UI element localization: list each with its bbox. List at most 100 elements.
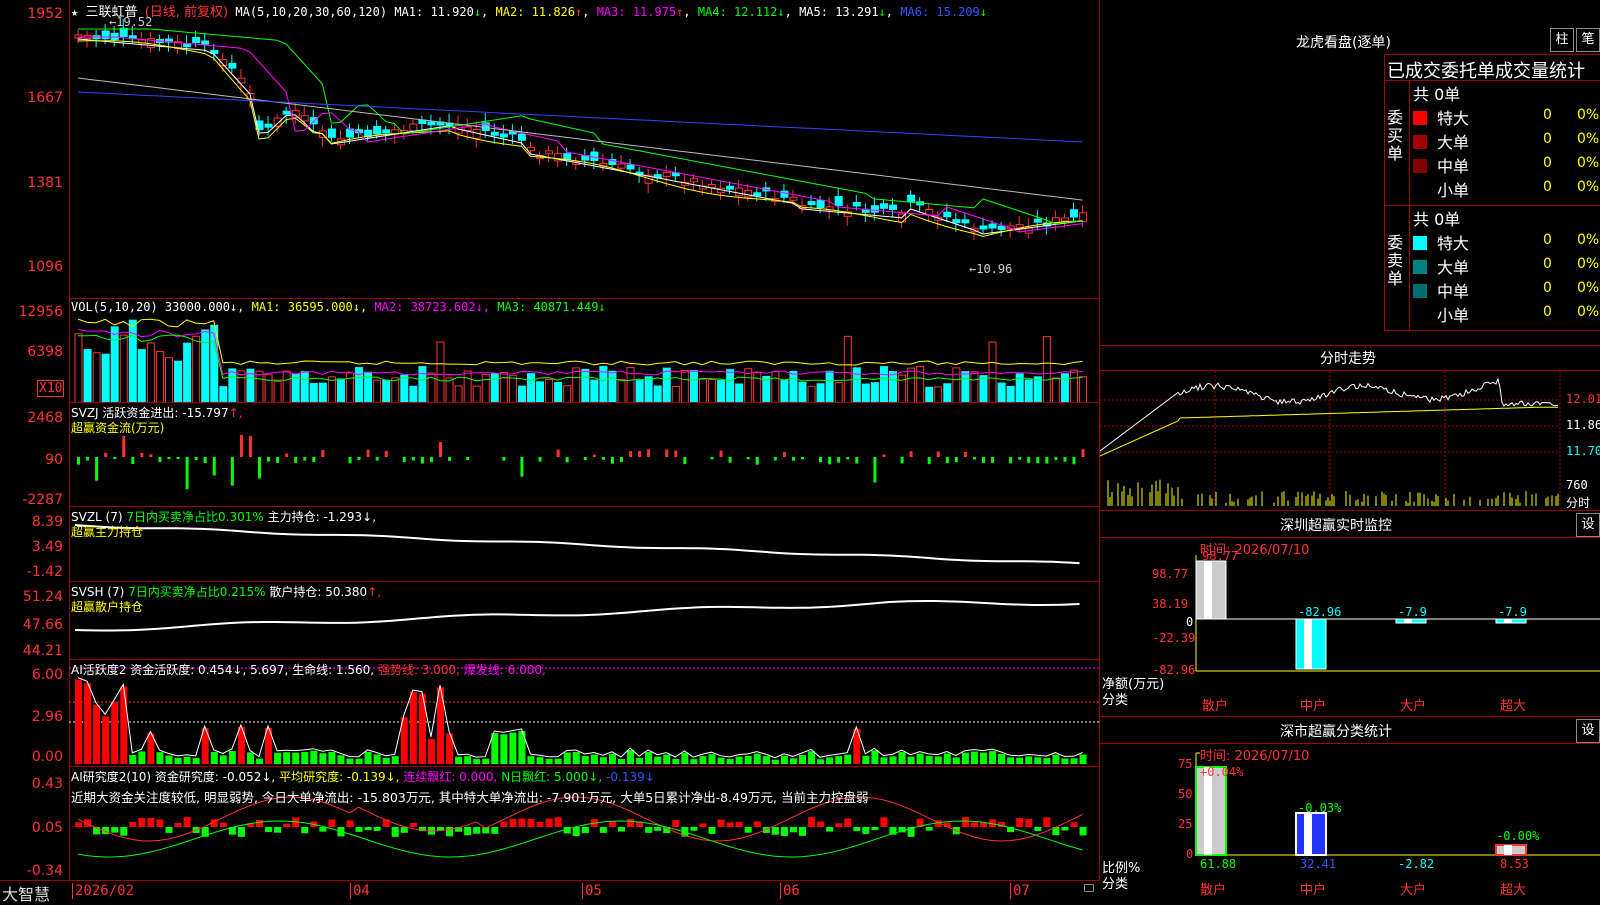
svzj-bar-up: [647, 449, 651, 457]
ai1-bar-green: [844, 754, 852, 764]
star-icon[interactable]: ★: [71, 5, 78, 19]
high-price-label: ←19.52: [109, 15, 153, 29]
volume-bar: [382, 379, 391, 403]
sz-y2: 38.19: [1152, 597, 1189, 611]
svzj-bar-down: [819, 457, 823, 463]
svzj-pane[interactable]: SVZJ 活跃资金进出: -15.797↑, 超赢资金流(万元): [69, 402, 1100, 507]
volume-bar: [282, 370, 291, 403]
ai1-bar-red: [427, 738, 435, 764]
kline-candle-down: [943, 211, 952, 218]
svzj-bar-down: [855, 457, 859, 464]
svzj-bar-down: [846, 457, 850, 460]
sz-y1: 98.77: [1152, 567, 1189, 581]
svzj-subtitle: 超赢资金流(万元): [71, 421, 165, 435]
ai2-last: -0.139↓: [606, 770, 655, 784]
ai-activity-pane[interactable]: AI活跃度2 资金活跃度: 0.454↓, 5.697, 生命线: 1.560,…: [69, 659, 1100, 767]
sz-val-0: 98.77: [1202, 549, 1239, 563]
ai2-header: AI研究度2(10) 资金研究度: -0.052↓, 平均研究度: -0.139…: [71, 768, 655, 785]
sell-name-1: 大单: [1437, 258, 1470, 277]
ma-line-4: [78, 28, 1083, 225]
svzj-bar-down: [773, 457, 777, 461]
vol-ma1: MA1: 36595.000↓,: [251, 300, 368, 314]
svzj-bar-up: [248, 436, 252, 457]
sell-pct-1: 0%: [1577, 256, 1600, 272]
class-stats-panel[interactable]: 深市超赢分类统计 设 时间: 2026/07/10 75 50 25 0 比例%…: [1100, 716, 1600, 901]
ai1-bar-green: [174, 757, 182, 764]
ai1-bar-red: [75, 679, 82, 764]
buy-val-2: 0: [1543, 155, 1552, 171]
svsh-pane[interactable]: SVSH (7) 7日内买卖净占比0.215% 散户持仓: 50.380↑, 超…: [69, 581, 1100, 660]
ai2-bar-green: [1079, 827, 1087, 836]
svzl-pane[interactable]: SVZL (7) 7日内买卖净占比0.301% 主力持仓: -1.293↓, 超…: [69, 506, 1100, 582]
pen-mode-button[interactable]: 笔: [1576, 28, 1600, 52]
kline-candle-down: [889, 204, 897, 210]
kline-candle-up: [744, 189, 753, 198]
ai1-bar-green: [817, 759, 825, 764]
ai1-bar-green: [898, 752, 906, 764]
ai2-bar-red: [219, 822, 227, 827]
volume-bar: [753, 372, 762, 403]
ai1-bar-green: [880, 757, 888, 764]
sz-monitor-panel[interactable]: 深圳超赢实时监控 设 时间: 2026/07/10 98.77 38.19 0 …: [1100, 510, 1600, 717]
ai2-bar-red: [1070, 822, 1078, 827]
volume-chart[interactable]: [69, 299, 1099, 403]
ai2-bar-green: [645, 827, 653, 833]
chart-area[interactable]: 1952 1667 1381 1096 12956 6398 X10 2468 …: [0, 0, 1100, 904]
volume-bar: [889, 371, 897, 403]
cls-bar-chart[interactable]: [1100, 717, 1600, 901]
ai1-bar-green: [464, 756, 472, 764]
kline-candle-down: [816, 199, 825, 209]
lock-icon[interactable]: [1084, 884, 1094, 892]
ai1-bar-green: [192, 757, 200, 764]
volume-bar: [545, 378, 554, 403]
kline-candle-down: [726, 185, 735, 190]
volume-bar: [843, 335, 852, 403]
volume-bar: [273, 380, 282, 403]
svzj-bar-down: [113, 457, 117, 460]
ma4-value: MA4: 12.112: [697, 5, 778, 19]
svzj-ytick-2: 90: [45, 452, 63, 468]
ai2-bar-green: [925, 827, 933, 831]
volume-bar: [472, 385, 481, 403]
volume-bar: [952, 367, 961, 403]
bar-mode-button[interactable]: 柱: [1550, 28, 1574, 52]
kline-candle-up: [708, 183, 716, 188]
intraday-chart[interactable]: [1100, 346, 1600, 511]
svzj-bar-up: [439, 442, 442, 457]
volume-bar: [662, 367, 671, 403]
ai2-bar-green: [744, 827, 752, 833]
kline-candle-down: [327, 128, 336, 138]
volume-pane[interactable]: VOL(5,10,20) 33000.000↓, MA1: 36595.000↓…: [69, 298, 1100, 403]
sz-bar-highlight-3: [1504, 619, 1512, 623]
sell-side-label: 委卖单: [1387, 233, 1404, 288]
ai1-bar-green: [310, 750, 318, 764]
volume-bar: [644, 376, 653, 403]
kline-chart[interactable]: [69, 0, 1099, 298]
ai1-bar-green: [364, 751, 372, 764]
ai1-bar-green: [627, 750, 635, 764]
volume-bar: [708, 379, 716, 403]
sz-bar-highlight-0: [1204, 561, 1212, 619]
cls-cat-0: 散户: [1200, 883, 1227, 898]
kline-candle-up: [789, 196, 798, 201]
ai1-bar-green: [889, 756, 897, 764]
svzj-bar-down: [900, 457, 904, 464]
buy-name-0: 特大: [1437, 109, 1470, 128]
svzj-bar-down: [86, 457, 90, 461]
ai1-bar-green: [382, 757, 390, 764]
ma1-value: MA1: 11.920: [394, 5, 474, 19]
kline-candle-down: [517, 133, 526, 141]
sz-bar-highlight-1: [1304, 619, 1312, 669]
ai-research-pane[interactable]: AI研究度2(10) 资金研究度: -0.052↓, 平均研究度: -0.139…: [69, 766, 1100, 881]
brand-logo[interactable]: 大智慧: [2, 881, 50, 905]
dragon-panel: 龙虎看盘(逐单) 柱 笔 已成交委托单成交量统计 委买单 共 0单 特大 0 0% …: [1100, 0, 1600, 345]
ai1-bar-green: [744, 755, 752, 764]
volume-bar: [671, 385, 680, 403]
volume-bar: [581, 368, 590, 403]
intraday-panel[interactable]: 分时走势 12.01 11.86 11.70 760 分时: [1100, 345, 1600, 511]
svzj-bar-down: [520, 457, 524, 477]
svzj-bar-up: [719, 450, 723, 457]
volume-bar: [527, 373, 535, 403]
main-kline-pane[interactable]: ★ 三联虹普 (日线, 前复权) MA(5,10,20,30,60,120) M…: [69, 0, 1100, 298]
svzj-bar-up: [366, 449, 370, 457]
